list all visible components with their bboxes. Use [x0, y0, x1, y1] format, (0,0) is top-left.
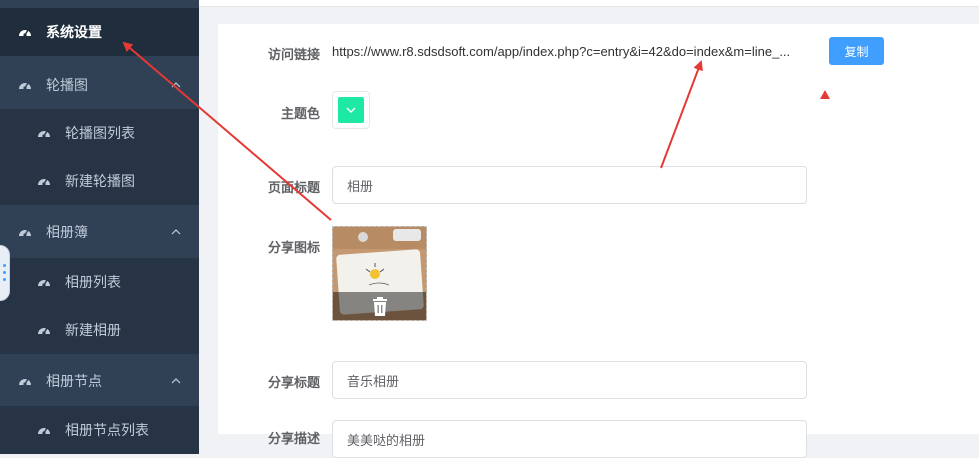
warning-triangle-icon [820, 90, 830, 99]
page-title-label: 页面标题 [267, 180, 320, 195]
share-icon-image[interactable] [332, 226, 427, 321]
sidebar-item-new-carousel[interactable]: 新建轮播图 [0, 157, 199, 205]
chevron-up-icon [171, 378, 181, 384]
top-bar [199, 0, 979, 7]
sidebar: 系统设置 轮播图 轮播图列表 新建轮播图 相册簿 相册列表 新建相册 相册节点 … [0, 0, 199, 454]
copy-button[interactable]: 复制 [829, 37, 884, 65]
visit-link-url: https://www.r8.sdsdsoft.com/app/index.ph… [332, 44, 791, 59]
sidebar-item-album-nodes[interactable]: 相册节点 [0, 357, 199, 405]
sidebar-item-label: 相册簿 [46, 224, 88, 240]
sidebar-item-label: 相册节点 [46, 373, 102, 389]
visit-link-label: 访问链接 [267, 47, 320, 62]
dashboard-icon [38, 130, 50, 138]
floating-side-handle[interactable] [0, 245, 10, 301]
sidebar-item-label: 相册节点列表 [65, 422, 149, 438]
dashboard-icon [19, 378, 31, 386]
page-title-input[interactable] [332, 166, 807, 204]
share-title-label: 分享标题 [267, 375, 320, 390]
theme-color-picker[interactable] [332, 91, 370, 129]
dashboard-icon [38, 178, 50, 186]
sidebar-item-album-list[interactable]: 相册列表 [0, 258, 199, 306]
share-icon-label: 分享图标 [267, 240, 320, 255]
dashboard-icon [38, 279, 50, 287]
chevron-up-icon [171, 82, 181, 88]
dashboard-icon [19, 229, 31, 237]
dashboard-icon [38, 427, 50, 435]
sidebar-item-label: 系统设置 [46, 24, 102, 40]
sidebar-item-album-book[interactable]: 相册簿 [0, 208, 199, 256]
share-desc-label: 分享描述 [267, 431, 320, 446]
share-desc-input[interactable] [332, 420, 807, 458]
dashboard-icon [38, 327, 50, 335]
sidebar-item-label: 新建轮播图 [65, 173, 135, 189]
sidebar-item-label: 轮播图列表 [65, 125, 135, 141]
theme-color-label: 主题色 [280, 106, 320, 121]
sidebar-item-album-node-list[interactable]: 相册节点列表 [0, 406, 199, 454]
sidebar-item-system-settings[interactable]: 系统设置 [0, 8, 199, 56]
sidebar-item-carousel[interactable]: 轮播图 [0, 61, 199, 109]
sidebar-item-label: 轮播图 [46, 77, 88, 93]
dashboard-icon [19, 29, 31, 37]
sidebar-item-label: 相册列表 [65, 274, 121, 290]
chevron-up-icon [171, 229, 181, 235]
sidebar-item-carousel-list[interactable]: 轮播图列表 [0, 109, 199, 157]
dashboard-icon [19, 82, 31, 90]
sidebar-item-new-album[interactable]: 新建相册 [0, 306, 199, 354]
delete-icon[interactable] [371, 297, 389, 317]
chevron-down-icon [346, 107, 356, 113]
share-title-input[interactable] [332, 361, 807, 399]
sidebar-item-label: 新建相册 [65, 322, 121, 338]
